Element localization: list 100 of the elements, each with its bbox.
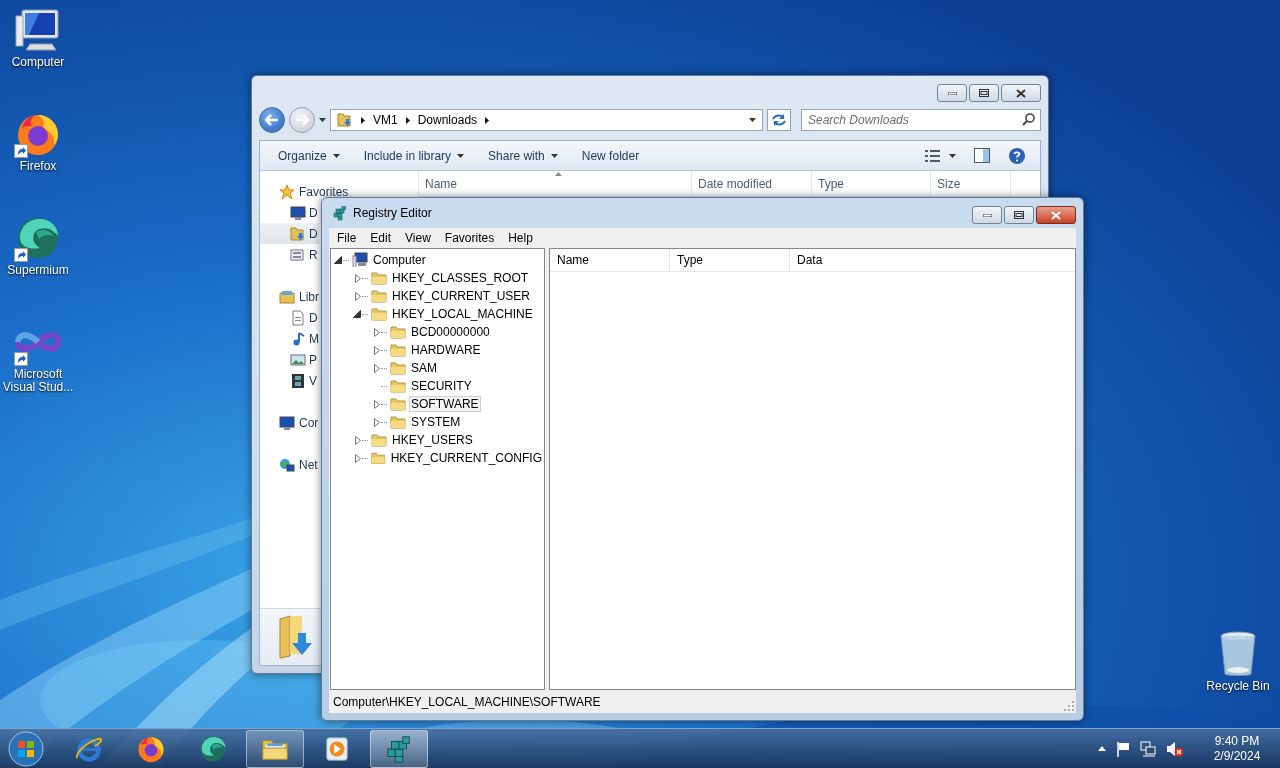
column-header[interactable]: Date modified: [692, 171, 812, 196]
desktop-icon[interactable]: Recycle Bin: [1200, 630, 1276, 732]
maximize-button[interactable]: [1004, 206, 1034, 224]
close-button[interactable]: [1001, 84, 1041, 102]
tree-item[interactable]: SOFTWARE: [409, 396, 481, 412]
taskbar-button[interactable]: [246, 729, 304, 768]
breadcrumb[interactable]: VM1: [373, 113, 398, 127]
nav-item[interactable]: Libr: [279, 286, 319, 307]
nav-item[interactable]: R: [290, 244, 318, 265]
tree-item[interactable]: HKEY_CURRENT_USER: [390, 288, 533, 304]
folder-icon: [390, 360, 406, 376]
download-folder-icon: [337, 112, 353, 128]
desktop-icon[interactable]: Microsoft Visual Stud...: [0, 318, 76, 420]
nav-item[interactable]: D: [290, 307, 318, 328]
download-folder-icon: [278, 615, 314, 659]
cubes-icon: [332, 205, 348, 221]
tree-item[interactable]: HARDWARE: [409, 342, 483, 358]
taskbar-button[interactable]: [370, 729, 428, 768]
show-hidden-icons-icon[interactable]: [1098, 746, 1106, 751]
film-icon: [290, 372, 306, 389]
toolbar-button[interactable]: Share with: [480, 148, 566, 163]
collapse-arrow-icon[interactable]: [334, 256, 342, 264]
expand-arrow-icon[interactable]: [374, 363, 380, 373]
column-header[interactable]: Size: [931, 171, 1011, 196]
toolbar-button[interactable]: New folder: [573, 148, 648, 163]
search-field[interactable]: Search Downloads: [801, 109, 1041, 131]
menu-item[interactable]: Help: [500, 230, 539, 245]
resize-grip-icon[interactable]: [1064, 701, 1074, 711]
close-icon: [1051, 210, 1061, 220]
folder-icon: [371, 288, 387, 304]
tree-item[interactable]: HKEY_USERS: [390, 432, 475, 448]
nav-item[interactable]: D: [290, 202, 318, 223]
menu-item[interactable]: Favorites: [436, 230, 501, 245]
menu-item[interactable]: Edit: [362, 230, 398, 245]
minimize-button[interactable]: [972, 206, 1002, 224]
nav-item[interactable]: M: [290, 328, 319, 349]
close-icon: [1016, 88, 1026, 98]
star-icon: [279, 183, 295, 200]
nav-item[interactable]: Cor: [279, 412, 319, 433]
menu-item[interactable]: View: [397, 230, 437, 245]
flag-icon[interactable]: [1116, 740, 1130, 757]
close-button[interactable]: [1036, 206, 1076, 224]
address-bar[interactable]: VM1 Downloads: [330, 109, 763, 131]
column-header[interactable]: Type: [812, 171, 931, 196]
minimize-button[interactable]: [937, 84, 967, 102]
folder-icon: [390, 378, 406, 394]
collapse-arrow-icon[interactable]: [353, 310, 361, 318]
maximize-button[interactable]: [969, 84, 999, 102]
status-bar-text: Computer\HKEY_LOCAL_MACHINE\SOFTWARE: [333, 694, 601, 709]
maximize-icon: [1014, 211, 1024, 219]
desktop-icon[interactable]: Supermium: [0, 214, 76, 316]
folder-icon: [371, 306, 387, 322]
menu-item[interactable]: File: [329, 230, 363, 245]
dropdown-caret-icon: [550, 153, 558, 158]
dropdown-caret-icon: [457, 153, 465, 158]
clock-date[interactable]: 2/9/2024: [1213, 748, 1261, 764]
library-icon: [279, 288, 295, 305]
music-note-icon: [290, 330, 306, 347]
expand-arrow-icon[interactable]: [374, 327, 380, 337]
tree-item[interactable]: SAM: [409, 360, 439, 376]
breadcrumb-arrow-icon[interactable]: [405, 116, 410, 124]
folder-icon: [390, 324, 406, 340]
breadcrumb-arrow-icon[interactable]: [485, 116, 490, 124]
clock-time[interactable]: 9:40 PM: [1214, 733, 1260, 749]
nav-item[interactable]: V: [290, 370, 317, 391]
preview-pane-icon[interactable]: [974, 148, 990, 163]
refresh-button[interactable]: [767, 109, 791, 131]
tree-item[interactable]: SYSTEM: [409, 414, 463, 430]
expand-arrow-icon[interactable]: [355, 435, 361, 445]
tree-item[interactable]: HKEY_CURRENT_CONFIG: [388, 450, 544, 466]
monitor-icon: [290, 204, 306, 221]
toolbar-button[interactable]: Organize: [270, 148, 348, 163]
view-options-icon[interactable]: [925, 149, 941, 162]
nav-item[interactable]: Favorites: [279, 181, 349, 202]
back-button[interactable]: [259, 107, 285, 133]
desktop-icon[interactable]: Firefox: [0, 110, 76, 212]
dropdown-caret-icon: [332, 153, 340, 158]
tree-item[interactable]: BCD00000000: [409, 324, 492, 340]
breadcrumb[interactable]: Downloads: [417, 113, 478, 127]
desktop-icon[interactable]: Computer: [0, 6, 76, 108]
tree-item[interactable]: Computer: [371, 252, 428, 268]
tree-item[interactable]: HKEY_LOCAL_MACHINE: [390, 306, 535, 322]
download-folder-icon: [290, 225, 306, 242]
nav-item[interactable]: P: [290, 349, 317, 370]
expand-arrow-icon[interactable]: [374, 345, 380, 355]
expand-arrow-icon[interactable]: [355, 291, 361, 301]
nav-item[interactable]: Net: [279, 454, 318, 475]
expand-arrow-icon[interactable]: [374, 417, 380, 427]
help-icon[interactable]: [1008, 146, 1026, 165]
expand-arrow-icon[interactable]: [374, 399, 380, 409]
tree-item[interactable]: HKEY_CLASSES_ROOT: [390, 270, 531, 286]
folder-icon: [371, 450, 386, 466]
toolbar-button[interactable]: Include in library: [355, 148, 473, 163]
column-header[interactable]: Name: [419, 171, 692, 196]
expand-arrow-icon[interactable]: [355, 273, 361, 283]
expand-arrow-icon[interactable]: [355, 453, 361, 463]
network-icon[interactable]: [1140, 740, 1156, 757]
breadcrumb-arrow-icon[interactable]: [361, 116, 365, 124]
tree-item[interactable]: SECURITY: [409, 378, 474, 394]
speaker-muted-icon[interactable]: [1166, 740, 1184, 757]
